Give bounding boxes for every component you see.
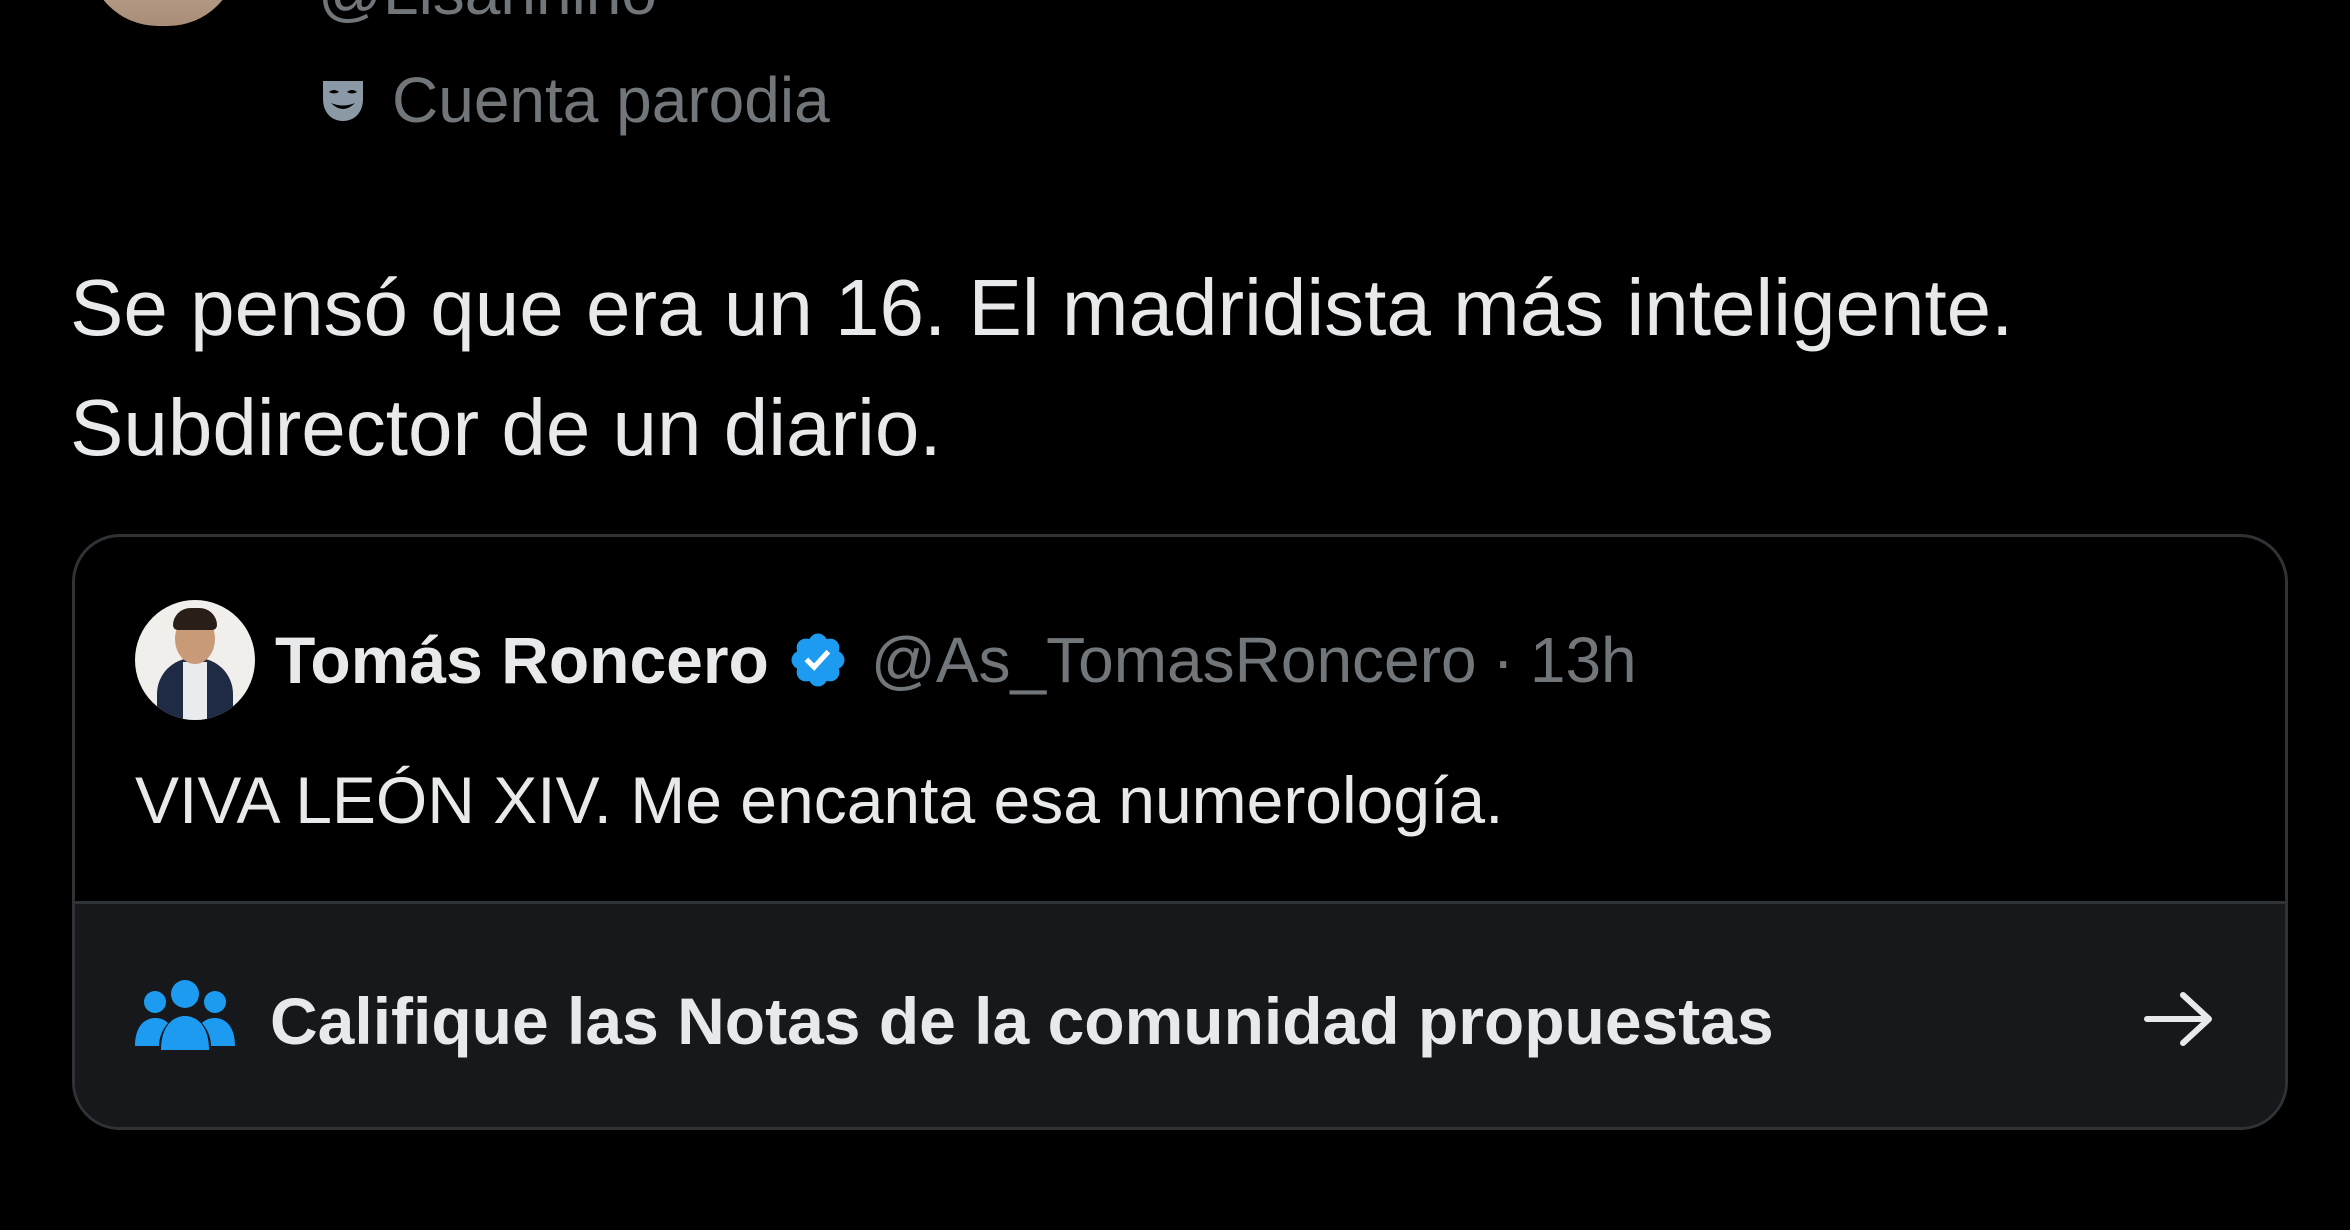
- author-handle[interactable]: @Lisannino: [318, 0, 657, 24]
- community-notes-label[interactable]: Califique las Notas de la comunidad prop…: [270, 976, 1774, 1066]
- separator-dot: ·: [1492, 624, 1514, 696]
- tweet-text-line: Se pensó que era un 16. El madridista má…: [70, 263, 2014, 352]
- quoted-author-avatar[interactable]: [135, 600, 255, 720]
- quoted-tweet-timestamp[interactable]: 13h: [1530, 623, 1637, 697]
- tweet-text: Se pensó que era un 16. El madridista má…: [70, 248, 2300, 488]
- tweet-text-line: Subdirector de un diario.: [70, 383, 942, 472]
- quoted-tweet-text: VIVA LEÓN XIV. Me encanta esa numerologí…: [135, 763, 1504, 837]
- quoted-tweet-header: Tomás Roncero @As_TomasRoncero · 13h: [135, 599, 1637, 721]
- quoted-author-handle[interactable]: @As_TomasRoncero: [871, 623, 1477, 697]
- quoted-tweet-card[interactable]: Tomás Roncero @As_TomasRoncero · 13h VIV…: [72, 534, 2288, 1130]
- theater-mask-icon: [318, 75, 368, 125]
- arrow-right-icon[interactable]: [2143, 989, 2215, 1054]
- parody-account-row: Cuenta parodia: [318, 60, 830, 140]
- community-notes-prompt[interactable]: Califique las Notas de la comunidad prop…: [75, 901, 2285, 1127]
- people-group-icon: [135, 972, 235, 1067]
- verified-badge-icon[interactable]: [787, 629, 849, 691]
- author-avatar[interactable]: [88, 0, 238, 26]
- parody-account-label: Cuenta parodia: [392, 64, 830, 136]
- quoted-author-name[interactable]: Tomás Roncero: [275, 622, 769, 698]
